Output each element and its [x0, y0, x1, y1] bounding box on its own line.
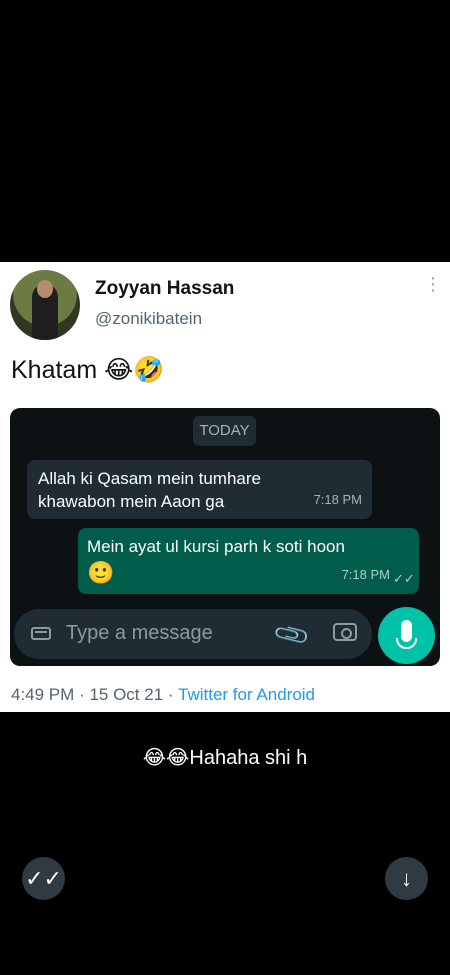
meta-separator: · [79, 685, 85, 704]
tweet-card: Zoyyan Hassan @zonikibatein ⋮ Khatam 😂🤣 … [0, 262, 450, 712]
tweet-source-link[interactable]: Twitter for Android [178, 685, 315, 704]
outgoing-message-text: Mein ayat ul kursi parh k soti hoon [87, 537, 345, 556]
message-input[interactable]: Type a message [66, 622, 213, 645]
keyboard-icon[interactable] [31, 627, 51, 640]
outgoing-message: Mein ayat ul kursi parh k soti hoon 🙂 7:… [78, 528, 419, 594]
download-button[interactable]: ↓ [385, 857, 428, 900]
avatar-head [37, 280, 53, 298]
incoming-message-time: 7:18 PM [313, 492, 362, 507]
incoming-message-text: Allah ki Qasam mein tumhare khawabon mei… [38, 469, 261, 511]
double-check-button[interactable]: ✓✓ [22, 857, 65, 900]
message-composer[interactable]: Type a message 📎 [14, 609, 372, 659]
camera-icon[interactable] [333, 623, 357, 641]
read-receipt-icon: ✓✓ [393, 571, 415, 586]
date-divider: TODAY [193, 416, 256, 446]
post-caption: 😂😂Hahaha shi h [142, 747, 308, 769]
tweet-metadata: 4:49 PM · 15 Oct 21 · Twitter for Androi… [11, 685, 315, 705]
author-name[interactable]: Zoyyan Hassan [95, 278, 234, 300]
outgoing-message-time: 7:18 PM [341, 567, 390, 582]
double-check-icon: ✓✓ [25, 866, 62, 891]
tweet-text: Khatam 😂🤣 [11, 355, 164, 385]
tweet-emojis: 😂🤣 [104, 355, 165, 384]
mic-button[interactable] [378, 607, 435, 664]
arrow-down-icon: ↓ [401, 866, 412, 891]
tweet-date: 15 Oct 21 [89, 685, 164, 704]
paperclip-icon[interactable]: 📎 [271, 615, 312, 656]
whatsapp-screenshot: TODAY Allah ki Qasam mein tumhare khawab… [10, 408, 440, 666]
incoming-message: Allah ki Qasam mein tumhare khawabon mei… [27, 460, 372, 519]
tweet-text-label: Khatam [11, 356, 98, 384]
mic-icon [396, 620, 417, 649]
meta-separator: · [167, 685, 174, 704]
more-vertical-icon[interactable]: ⋮ [424, 275, 442, 304]
avatar[interactable] [10, 270, 80, 340]
tweet-time: 4:49 PM [11, 685, 75, 704]
author-handle[interactable]: @zonikibatein [95, 309, 202, 329]
smile-emoji: 🙂 [87, 561, 115, 586]
